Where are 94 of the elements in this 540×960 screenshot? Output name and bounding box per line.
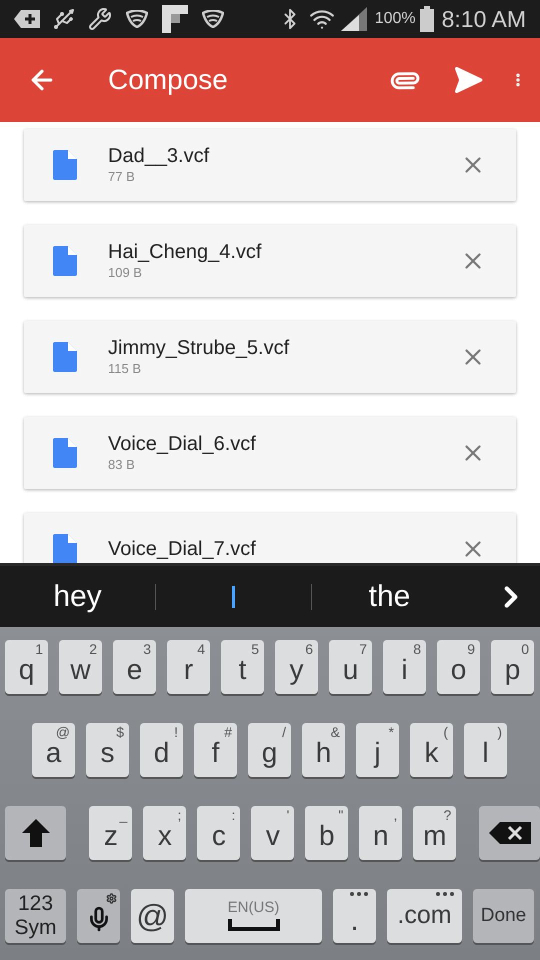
suggestion-word[interactable]: hey (53, 574, 102, 619)
key-hint: 5 (251, 640, 259, 658)
keyboard-key[interactable]: y 6 (275, 640, 318, 694)
at-key[interactable]: @ (131, 889, 174, 943)
key-hint: 0 (521, 640, 529, 658)
keyboard-key[interactable]: l ) (464, 723, 507, 777)
key-hint: 2 (89, 640, 97, 658)
more-dots-icon (436, 892, 454, 896)
key-hint: ' (286, 806, 290, 824)
key-hint: 1 (35, 640, 43, 658)
send-icon (452, 64, 484, 96)
symbols-key[interactable]: 123 Sym (5, 889, 66, 943)
key-hint: " (338, 806, 344, 824)
backspace-key[interactable] (479, 806, 540, 860)
file-name: Dad__3.vcf (108, 144, 210, 168)
key-hint: ? (444, 806, 452, 824)
keyboard-key[interactable]: m ? (413, 806, 456, 860)
file-icon (53, 246, 77, 276)
battery-icon (420, 6, 434, 32)
text-cursor-icon (232, 586, 235, 608)
file-name: Voice_Dial_6.vcf (108, 432, 256, 456)
done-key[interactable]: Done (473, 889, 534, 943)
usb-icon (52, 7, 76, 31)
more-dots-icon (350, 892, 368, 896)
shift-arrow-icon (20, 817, 50, 849)
gear-icon (106, 893, 117, 904)
key-hint: 7 (359, 640, 367, 658)
keyboard-key[interactable]: z _ (89, 806, 132, 860)
keyboard-key[interactable]: q 1 (5, 640, 48, 694)
keyboard-key[interactable]: i 8 (383, 640, 426, 694)
keyboard-key[interactable]: e 3 (113, 640, 156, 694)
keyboard-key[interactable]: f # (194, 723, 237, 777)
screen-title: Compose (108, 63, 228, 97)
key-hint: & (330, 723, 340, 741)
key-hint: # (224, 723, 232, 741)
keyboard-key[interactable]: o 9 (437, 640, 480, 694)
key-hint: 3 (143, 640, 151, 658)
key-hint: 6 (305, 640, 313, 658)
suggestion-word[interactable]: the (368, 574, 410, 619)
key-hint: , (393, 806, 398, 824)
key-hint: : (231, 806, 236, 824)
key-hint: * (388, 723, 394, 741)
keyboard-key[interactable]: b " (305, 806, 348, 860)
keyboard-key[interactable]: c : (197, 806, 240, 860)
keyboard-key[interactable]: p 0 (491, 640, 534, 694)
keyboard-key[interactable]: k ( (410, 723, 453, 777)
keyboard-key[interactable]: d ! (140, 723, 183, 777)
keyboard-key[interactable]: h & (302, 723, 345, 777)
signal-icon (340, 7, 367, 31)
key-hint: ; (177, 806, 182, 824)
flipboard-icon (162, 5, 188, 33)
voice-input-key[interactable] (77, 889, 120, 943)
keyboard-key[interactable]: u 7 (329, 640, 372, 694)
file-size: 77 B (108, 168, 136, 186)
file-size: 83 B (108, 456, 136, 474)
file-icon (53, 150, 77, 180)
add-tag-icon (14, 9, 40, 29)
key-hint: 9 (467, 640, 475, 658)
backspace-icon (488, 822, 530, 844)
file-icon (53, 438, 77, 468)
key-hint: @ (56, 723, 70, 741)
key-hint: ) (497, 723, 502, 741)
file-name: Voice_Dial_7.vcf (108, 537, 256, 561)
shield-icon (126, 10, 148, 28)
shift-key[interactable] (5, 806, 66, 860)
keyboard-key[interactable]: j * (356, 723, 399, 777)
battery-percent: 100% (374, 9, 416, 29)
key-hint: ( (443, 723, 448, 741)
file-icon (53, 342, 77, 372)
shield-icon (202, 10, 224, 28)
key-hint: 8 (413, 640, 421, 658)
keyboard-key[interactable]: r 4 (167, 640, 210, 694)
keyboard-key[interactable]: s $ (86, 723, 129, 777)
file-size: 109 B (108, 264, 143, 282)
wrench-icon (88, 7, 112, 31)
key-hint: _ (120, 806, 128, 824)
keyboard-key[interactable]: n , (359, 806, 402, 860)
keyboard-key[interactable]: x ; (143, 806, 186, 860)
dotcom-key[interactable]: .com (387, 889, 462, 943)
period-key[interactable]: . (333, 889, 376, 943)
keyboard-key[interactable]: g / (248, 723, 291, 777)
key-hint: ! (174, 723, 178, 741)
keyboard-key[interactable]: a @ (32, 723, 75, 777)
keyboard-key[interactable]: t 5 (221, 640, 264, 694)
keyboard-key[interactable]: v ' (251, 806, 294, 860)
clock: 8:10 AM (442, 4, 526, 34)
keyboard-key[interactable]: w 2 (59, 640, 102, 694)
key-hint: / (282, 723, 286, 741)
file-name: Jimmy_Strube_5.vcf (108, 336, 290, 360)
key-hint: $ (116, 723, 124, 741)
file-size: 115 B (108, 360, 142, 378)
file-name: Hai_Cheng_4.vcf (108, 240, 262, 264)
space-bar-icon (228, 919, 280, 933)
key-hint: 4 (197, 640, 205, 658)
